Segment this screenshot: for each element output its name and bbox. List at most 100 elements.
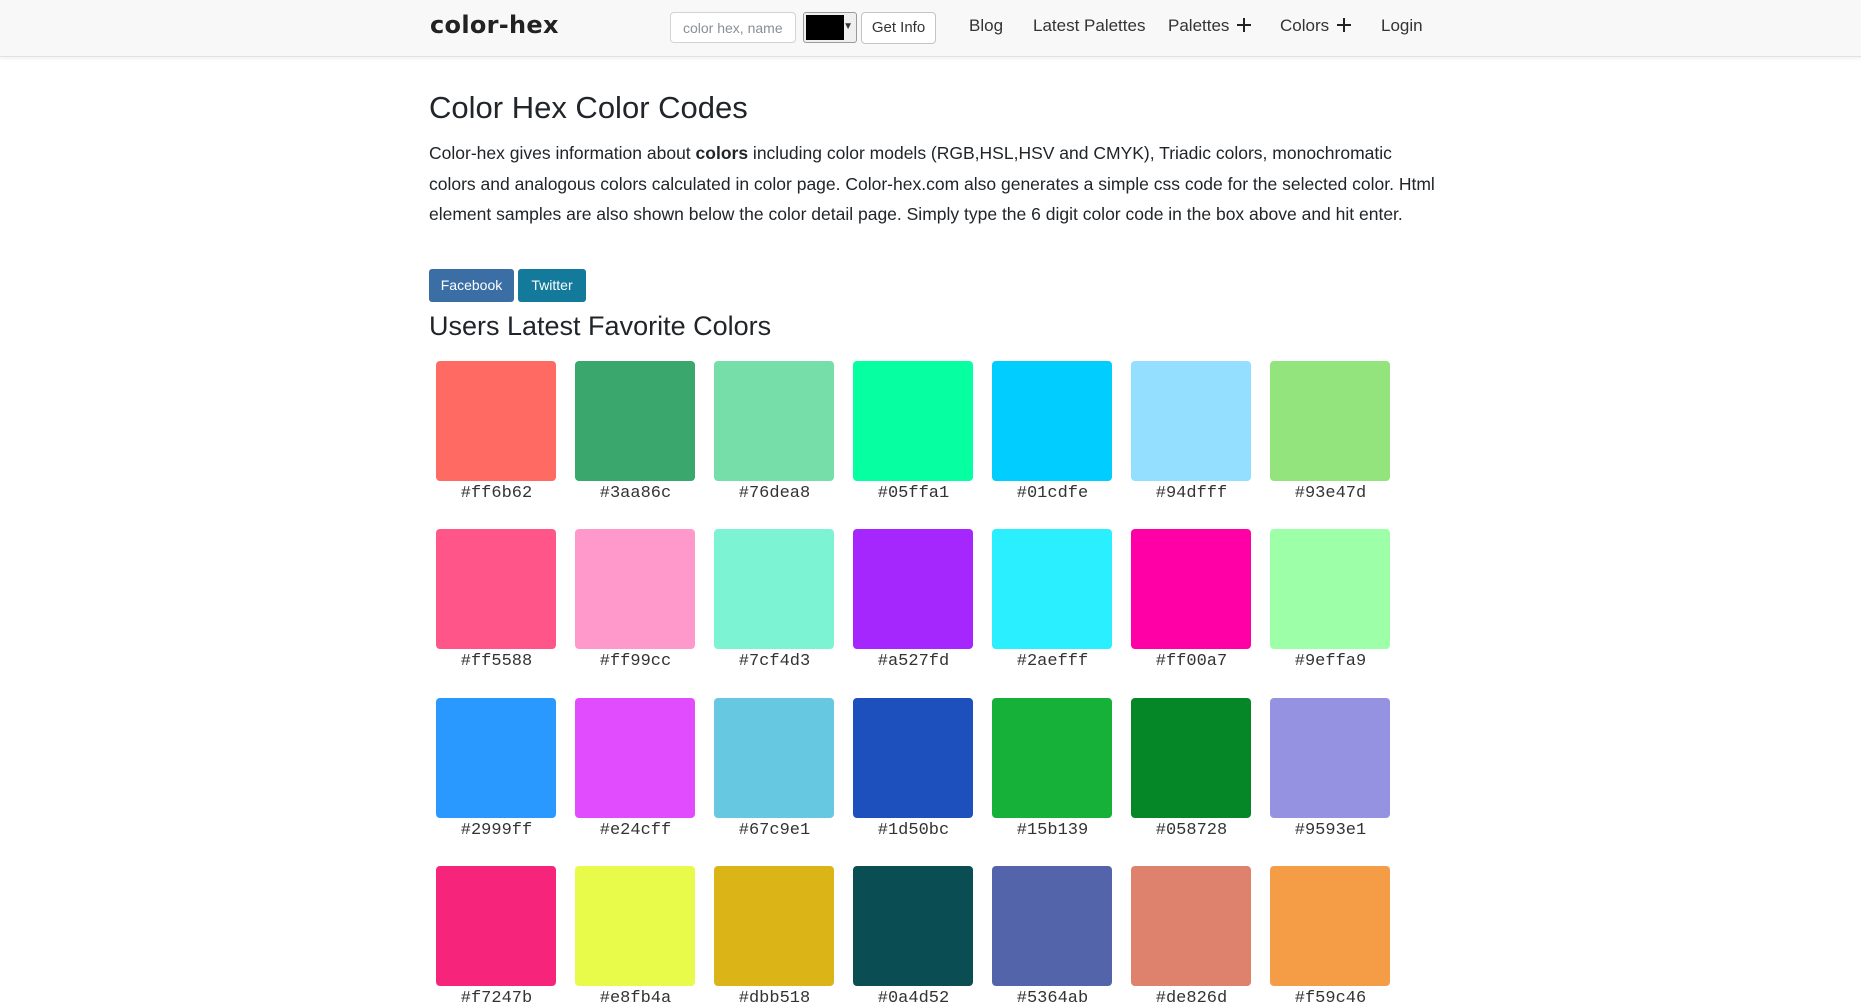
color-hex-code[interactable]: #ff5588 bbox=[436, 652, 557, 671]
color-swatch[interactable] bbox=[853, 698, 973, 818]
color-hex-code[interactable]: #7cf4d3 bbox=[714, 652, 835, 671]
picker-swatch bbox=[806, 15, 844, 40]
color-hex-code[interactable]: #e8fb4a bbox=[575, 989, 696, 1008]
favorites-heading: Users Latest Favorite Colors bbox=[429, 311, 772, 341]
color-tile[interactable]: #2aefff bbox=[992, 529, 1113, 671]
color-swatch[interactable] bbox=[1270, 361, 1390, 481]
color-tile[interactable]: #9effa9 bbox=[1270, 529, 1391, 671]
color-hex-code[interactable]: #3aa86c bbox=[575, 484, 696, 503]
facebook-share-button[interactable]: Facebook bbox=[429, 269, 514, 302]
color-tile[interactable]: #ff00a7 bbox=[1131, 529, 1252, 671]
color-hex-code[interactable]: #ff00a7 bbox=[1131, 652, 1252, 671]
color-swatch[interactable] bbox=[992, 866, 1112, 986]
color-hex-code[interactable]: #de826d bbox=[1131, 989, 1252, 1008]
color-hex-code[interactable]: #5364ab bbox=[992, 989, 1113, 1008]
color-tile[interactable]: #e24cff bbox=[575, 698, 696, 840]
color-swatch[interactable] bbox=[1131, 529, 1251, 649]
color-swatch[interactable] bbox=[714, 361, 834, 481]
color-swatch[interactable] bbox=[714, 866, 834, 986]
color-swatch[interactable] bbox=[1270, 698, 1390, 818]
nav-link-label: Blog bbox=[969, 16, 1004, 35]
color-swatch[interactable] bbox=[575, 866, 695, 986]
color-swatch[interactable] bbox=[575, 529, 695, 649]
color-hex-code[interactable]: #93e47d bbox=[1270, 484, 1391, 503]
color-hex-code[interactable]: #9593e1 bbox=[1270, 821, 1391, 840]
color-hex-code[interactable]: #05ffa1 bbox=[853, 484, 974, 503]
color-hex-code[interactable]: #f7247b bbox=[436, 989, 557, 1008]
color-swatch[interactable] bbox=[714, 529, 834, 649]
color-hex-code[interactable]: #e24cff bbox=[575, 821, 696, 840]
color-swatch[interactable] bbox=[575, 361, 695, 481]
color-hex-code[interactable]: #0a4d52 bbox=[853, 989, 974, 1008]
nav-dropdown-colors[interactable]: Colors bbox=[1280, 16, 1352, 36]
color-tile[interactable]: #e8fb4a bbox=[575, 866, 696, 1008]
color-tile[interactable]: #de826d bbox=[1131, 866, 1252, 1008]
color-tile[interactable]: #058728 bbox=[1131, 698, 1252, 840]
color-swatch[interactable] bbox=[714, 698, 834, 818]
color-tile[interactable]: #67c9e1 bbox=[714, 698, 835, 840]
color-hex-code[interactable]: #76dea8 bbox=[714, 484, 835, 503]
color-tile[interactable]: #93e47d bbox=[1270, 361, 1391, 503]
color-tile[interactable]: #0a4d52 bbox=[853, 866, 974, 1008]
color-tile[interactable]: #7cf4d3 bbox=[714, 529, 835, 671]
site-logo[interactable]: color-hex bbox=[430, 11, 559, 39]
color-swatch[interactable] bbox=[436, 698, 556, 818]
nav-link-label: Login bbox=[1381, 16, 1423, 35]
color-tile[interactable]: #5364ab bbox=[992, 866, 1113, 1008]
color-hex-code[interactable]: #9effa9 bbox=[1270, 652, 1391, 671]
color-swatch[interactable] bbox=[575, 698, 695, 818]
color-hex-code[interactable]: #15b139 bbox=[992, 821, 1113, 840]
color-hex-code[interactable]: #ff6b62 bbox=[436, 484, 557, 503]
color-hex-code[interactable]: #67c9e1 bbox=[714, 821, 835, 840]
color-tile[interactable]: #ff99cc bbox=[575, 529, 696, 671]
color-tile[interactable]: #9593e1 bbox=[1270, 698, 1391, 840]
color-swatch[interactable] bbox=[853, 529, 973, 649]
nav-link-label: Latest Palettes bbox=[1033, 16, 1146, 35]
color-hex-code[interactable]: #94dfff bbox=[1131, 484, 1252, 503]
color-swatch[interactable] bbox=[992, 529, 1112, 649]
color-hex-code[interactable]: #f59c46 bbox=[1270, 989, 1391, 1008]
color-swatch[interactable] bbox=[992, 698, 1112, 818]
nav-link-latest-palettes[interactable]: Latest Palettes bbox=[1033, 16, 1145, 36]
color-swatch[interactable] bbox=[436, 529, 556, 649]
color-swatch[interactable] bbox=[1131, 698, 1251, 818]
color-tile[interactable]: #ff5588 bbox=[436, 529, 557, 671]
color-swatch[interactable] bbox=[853, 361, 973, 481]
color-hex-code[interactable]: #2999ff bbox=[436, 821, 557, 840]
color-tile[interactable]: #01cdfe bbox=[992, 361, 1113, 503]
nav-dropdown-palettes[interactable]: Palettes bbox=[1168, 16, 1252, 36]
color-tile[interactable]: #76dea8 bbox=[714, 361, 835, 503]
color-tile[interactable]: #94dfff bbox=[1131, 361, 1252, 503]
color-tile[interactable]: #ff6b62 bbox=[436, 361, 557, 503]
color-hex-code[interactable]: #1d50bc bbox=[853, 821, 974, 840]
color-tile[interactable]: #1d50bc bbox=[853, 698, 974, 840]
color-tile[interactable]: #f7247b bbox=[436, 866, 557, 1008]
color-hex-code[interactable]: #a527fd bbox=[853, 652, 974, 671]
color-tile[interactable]: #a527fd bbox=[853, 529, 974, 671]
color-tile[interactable]: #dbb518 bbox=[714, 866, 835, 1008]
nav-link-login[interactable]: Login bbox=[1381, 16, 1423, 36]
search-input[interactable] bbox=[670, 12, 796, 43]
color-tile[interactable]: #15b139 bbox=[992, 698, 1113, 840]
color-swatch[interactable] bbox=[1131, 866, 1251, 986]
color-swatch[interactable] bbox=[992, 361, 1112, 481]
color-swatch[interactable] bbox=[1270, 529, 1390, 649]
color-tile[interactable]: #3aa86c bbox=[575, 361, 696, 503]
color-swatch[interactable] bbox=[853, 866, 973, 986]
color-swatch[interactable] bbox=[1270, 866, 1390, 986]
twitter-share-button[interactable]: Twitter bbox=[518, 269, 586, 302]
get-info-button[interactable]: Get Info bbox=[861, 12, 936, 44]
color-swatch[interactable] bbox=[436, 361, 556, 481]
color-picker[interactable]: ▼ bbox=[803, 12, 857, 43]
color-tile[interactable]: #2999ff bbox=[436, 698, 557, 840]
color-tile[interactable]: #05ffa1 bbox=[853, 361, 974, 503]
color-hex-code[interactable]: #dbb518 bbox=[714, 989, 835, 1008]
color-hex-code[interactable]: #ff99cc bbox=[575, 652, 696, 671]
color-hex-code[interactable]: #2aefff bbox=[992, 652, 1113, 671]
color-hex-code[interactable]: #058728 bbox=[1131, 821, 1252, 840]
nav-link-blog[interactable]: Blog bbox=[969, 16, 1003, 36]
color-hex-code[interactable]: #01cdfe bbox=[992, 484, 1113, 503]
color-swatch[interactable] bbox=[436, 866, 556, 986]
color-tile[interactable]: #f59c46 bbox=[1270, 866, 1391, 1008]
color-swatch[interactable] bbox=[1131, 361, 1251, 481]
